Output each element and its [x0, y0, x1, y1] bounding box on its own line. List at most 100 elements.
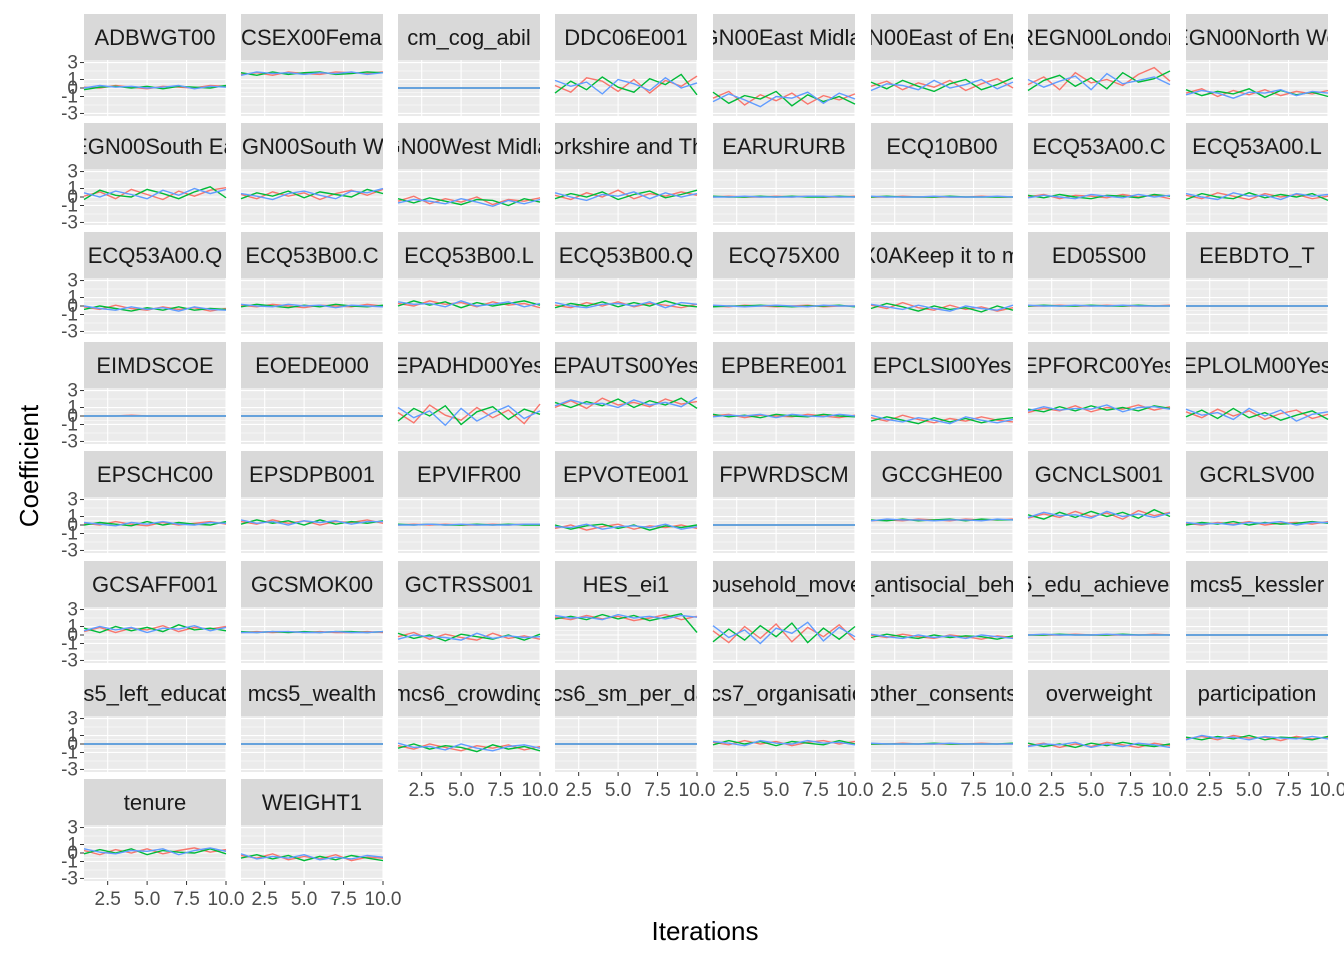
facet-panel: GCTRSS001 — [397, 561, 541, 663]
facet-panel: EPADHD00Yes — [397, 342, 541, 444]
facet-panel: mcs6_crowding 2.5 5.0 7.5 10.0 — [393, 670, 559, 801]
x-tick-label: 2.5 — [1038, 780, 1064, 801]
facet-strip-label: mcs5_kessler — [1190, 572, 1324, 597]
x-tick-label: 5.0 — [134, 889, 160, 910]
y-axis-title: Coefficient — [14, 404, 44, 527]
facet-panel: EPFORC00Yes — [1027, 342, 1171, 444]
facet-panel: GCSMOK00 — [240, 561, 384, 663]
x-tick-label: 10.0 — [837, 780, 874, 801]
facet-panel: EARURURB — [712, 123, 856, 225]
series-line — [1027, 304, 1170, 307]
facet-strip-label: ADBWGT00 — [94, 25, 215, 50]
facet-strip-label: EPAUTS00Yes — [553, 353, 700, 378]
x-tick-label: 2.5 — [251, 889, 277, 910]
facet-panel: REGN00East of England — [870, 14, 1014, 116]
facet-strip-label: GCTRSS001 — [405, 572, 533, 597]
x-tick-label: 10.0 — [522, 780, 559, 801]
facet-panel: EOEDE000 — [241, 342, 384, 444]
facet-strip-label: ED05S00 — [1052, 243, 1146, 268]
x-tick-label: 5.0 — [921, 780, 947, 801]
x-tick-label: 7.5 — [1117, 780, 1143, 801]
facet-panel: overweight 2.5 5.0 7.5 10.0 — [1027, 670, 1189, 801]
y-tick-label: -3 — [61, 431, 78, 452]
facet-panel: WEIGHT1 2.5 5.0 7.5 10.0 — [240, 779, 402, 910]
facet-strip-label: REGN00West Midlands — [353, 134, 585, 159]
y-tick-label: -3 — [61, 540, 78, 561]
facet-strip-label: mcs6_crowding — [393, 681, 546, 706]
series-line — [398, 523, 540, 526]
facet-strip-label: DDC06E001 — [564, 25, 688, 50]
facet-strip-label: household_moves — [695, 572, 874, 597]
x-tick-label: 7.5 — [960, 780, 986, 801]
facet-strip-label: EPVIFR00 — [417, 462, 521, 487]
facet-strip-label: HES_ei1 — [583, 572, 670, 597]
facet-panel: ECQ53B00.L — [397, 232, 541, 334]
facet-panel: mcs5_kessler — [1186, 561, 1329, 663]
facet-panel: REGN00West Midlands — [353, 123, 585, 225]
facet-panel: mcs5_wealth — [241, 670, 384, 772]
facet-panel: GCRLSV00 — [1185, 451, 1329, 553]
y-tick-label: -3 — [61, 321, 78, 342]
facet-strip-label: EOEDE000 — [255, 353, 369, 378]
facet-panel: REGN00South West — [211, 123, 412, 225]
x-tick-label: 10.0 — [365, 889, 402, 910]
facet-panel: ECQ53A00.C — [1027, 123, 1171, 225]
x-tick-label: 2.5 — [565, 780, 591, 801]
facet-panel: REGN00South East310-1-3 — [61, 123, 227, 233]
facet-strip-label: EPSDPB001 — [249, 462, 375, 487]
facet-strip-label: REGN00London — [1018, 25, 1179, 50]
y-tick-label: -3 — [61, 759, 78, 780]
facet-panel: ECQ53B00.C — [240, 232, 384, 334]
x-tick-label: 2.5 — [881, 780, 907, 801]
facet-strip-label: FPWRDSCM — [719, 462, 849, 487]
facet-strip-label: ECQ53B00.Q — [559, 243, 694, 268]
facet-strip-label: REGN00East Midlands — [671, 25, 897, 50]
facet-strip-label: WEIGHT1 — [262, 790, 362, 815]
x-tick-label: 2.5 — [408, 780, 434, 801]
facet-strip-label: EPSCHC00 — [97, 462, 213, 487]
x-tick-label: 2.5 — [723, 780, 749, 801]
facet-strip-label: GCCGHE00 — [881, 462, 1002, 487]
facet-panel: EIMDSCOE310-1-3 — [61, 342, 227, 452]
facet-strip-label: other_consents — [867, 681, 1017, 706]
facet-strip-label: mcs5_left_education — [54, 681, 256, 706]
facet-strip-label: participation — [1198, 681, 1317, 706]
x-tick-label: 7.5 — [330, 889, 356, 910]
facet-strip-label: EPCLSI00Yes — [873, 353, 1012, 378]
x-tick-label: 10.0 — [995, 780, 1032, 801]
facet-panel: DDC06E001 — [554, 14, 698, 116]
facet-panel: HCSEX00Female — [240, 14, 384, 116]
facet-panel: other_consents 2.5 5.0 7.5 10.0 — [867, 670, 1032, 801]
facet-strip-label: ECQ53A00.Q — [88, 243, 223, 268]
y-tick-label: -3 — [61, 212, 78, 233]
series-line — [1027, 633, 1170, 636]
x-tick-label: 7.5 — [1275, 780, 1301, 801]
y-tick-label: -3 — [61, 650, 78, 671]
facet-panel: FPWRDSCM — [713, 451, 856, 553]
facet-panel: tenure310-1-32.5 5.0 7.5 10.0 — [61, 779, 244, 910]
facet-panel: GCSAFF001310-1-3 — [61, 561, 227, 671]
facet-strip-label: REGN00South West — [211, 134, 412, 159]
x-tick-label: 5.0 — [1236, 780, 1262, 801]
series-line — [870, 195, 1014, 198]
y-tick-label: -3 — [61, 868, 78, 889]
facet-strip-label: GCRLSV00 — [1200, 462, 1315, 487]
facet-strip-label: ECQ75X00 — [728, 243, 839, 268]
x-tick-label: 7.5 — [644, 780, 670, 801]
facet-strip-label: mcs7_organisation — [692, 681, 877, 706]
facet-panel: mcs6_sm_per_day 2.5 5.0 7.5 10.0 — [533, 670, 719, 801]
facet-strip-label: GCSAFF001 — [92, 572, 218, 597]
facet-panel: EPCLSI00Yes — [870, 342, 1014, 444]
facet-panel: EPVOTE001 — [554, 451, 698, 553]
facet-panel: GCCGHE00 — [870, 451, 1014, 553]
facet-strip-label: overweight — [1046, 681, 1152, 706]
x-tick-label: 5.0 — [448, 780, 474, 801]
facet-panel: household_moves — [695, 561, 874, 663]
facet-panel: ADBWGT00310-1-3 — [61, 14, 227, 124]
facet-panel: EPSCHC00310-1-3 — [61, 451, 227, 561]
facet-panel: ECQ53A00.Q310-1-3 — [61, 232, 227, 342]
x-tick-label: 5.0 — [763, 780, 789, 801]
x-axis-title: Iterations — [652, 916, 759, 946]
facet-strip-label: mcs6_sm_per_day — [533, 681, 719, 706]
x-tick-label: 10.0 — [1152, 780, 1189, 801]
